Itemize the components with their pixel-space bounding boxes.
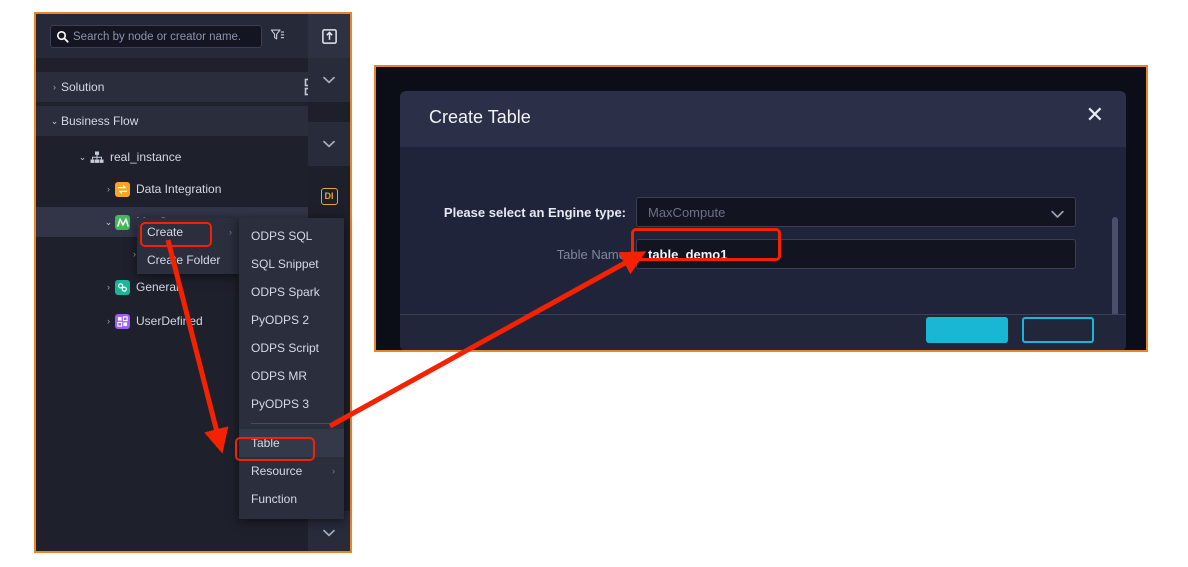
submenu-item-label: SQL Snippet (251, 257, 319, 271)
submenu-item-label: ODPS MR (251, 369, 308, 383)
engine-type-select[interactable]: MaxCompute (636, 197, 1076, 227)
table-name-row: Table Name table_demo1 (400, 239, 1126, 269)
submenu-item-table[interactable]: Table (239, 429, 344, 457)
menu-item-label: Create Folder (147, 253, 221, 267)
filter-icon[interactable] (270, 28, 285, 48)
submenu-item-label: Function (251, 492, 298, 506)
submenu-item-odps-script[interactable]: ODPS Script (239, 334, 344, 362)
tree-item-label: real_instance (110, 150, 182, 164)
dialog-footer (400, 314, 1126, 350)
submenu-item-odps-sql[interactable]: ODPS SQL (239, 222, 344, 250)
search-icon (51, 30, 73, 43)
create-submenu: ODPS SQL SQL Snippet ODPS Spark PyODPS 2 ODP… (239, 218, 344, 519)
submenu-item-sql-snippet[interactable]: SQL Snippet (239, 250, 344, 278)
chevron-down-icon[interactable]: ⌄ (102, 217, 115, 228)
submenu-item-label: Resource (251, 464, 303, 478)
dialog-header: Create Table ✕ (400, 91, 1126, 148)
tree-item-label: Solution (61, 80, 105, 94)
submenu-item-label: Table (251, 436, 280, 450)
secondary-button[interactable] (1022, 317, 1094, 343)
chevron-right-icon[interactable]: › (102, 316, 115, 326)
table-name-value: table_demo1 (648, 246, 728, 262)
search-box[interactable] (50, 25, 262, 48)
tree-item-label: Data Integration (136, 182, 222, 196)
tree-item-label: General (136, 280, 179, 294)
dialog-panel: Create Table ✕ Please select an Engine t… (374, 65, 1148, 352)
upload-icon[interactable] (308, 14, 350, 58)
tree-item-real-instance[interactable]: ⌄ real_instance (36, 142, 308, 172)
primary-button[interactable] (926, 317, 1008, 343)
submenu-item-label: PyODPS 3 (251, 397, 310, 411)
tree-item-label: UserDefined (136, 314, 203, 328)
submenu-item-odps-spark[interactable]: ODPS Spark (239, 278, 344, 306)
search-input[interactable] (73, 30, 253, 43)
tree-item-data-integration[interactable]: › Data Integration (36, 174, 308, 204)
general-icon (115, 279, 130, 295)
submenu-item-label: ODPS SQL (251, 229, 313, 243)
menu-separator (251, 423, 332, 424)
close-icon[interactable]: ✕ (1086, 105, 1104, 127)
submenu-item-function[interactable]: Function (239, 485, 344, 513)
engine-type-row: Please select an Engine type: MaxCompute (400, 197, 1126, 227)
chevron-down-icon-2[interactable] (308, 122, 350, 166)
chevron-right-icon: › (229, 227, 232, 237)
table-name-label: Table Name (556, 246, 626, 262)
sitemap-icon (89, 150, 104, 165)
userdefined-icon (115, 313, 130, 329)
dialog-title: Create Table (429, 107, 531, 127)
submenu-item-pyodps-2[interactable]: PyODPS 2 (239, 306, 344, 334)
create-table-dialog: Create Table ✕ Please select an Engine t… (400, 91, 1126, 350)
chevron-down-icon (1051, 206, 1064, 224)
submenu-item-pyodps-3[interactable]: PyODPS 3 (239, 390, 344, 418)
maxcompute-icon (115, 214, 130, 230)
menu-item-label: Create (147, 225, 184, 239)
submenu-item-resource[interactable]: Resource › (239, 457, 344, 485)
engine-type-label: Please select an Engine type: (443, 204, 626, 220)
engine-type-value: MaxCompute (648, 204, 726, 220)
submenu-item-odps-mr[interactable]: ODPS MR (239, 362, 344, 390)
chevron-right-icon[interactable]: › (102, 282, 115, 292)
submenu-item-label: ODPS Spark (251, 285, 320, 299)
chevron-right-icon[interactable]: › (48, 82, 61, 92)
chevron-down-icon-1[interactable] (308, 58, 350, 102)
menu-item-create[interactable]: Create › (137, 218, 239, 246)
tree-item-solution[interactable]: › Solution (36, 72, 308, 102)
context-menu: Create › Create Folder (137, 218, 239, 274)
menu-item-create-folder[interactable]: Create Folder (137, 246, 239, 274)
data-integration-icon (115, 181, 130, 197)
chevron-down-icon[interactable]: ⌄ (48, 116, 61, 127)
strip-divider (308, 102, 350, 122)
di-badge[interactable]: DI (308, 174, 350, 218)
submenu-item-label: ODPS Script (251, 341, 320, 355)
tree-item-label: Business Flow (61, 114, 139, 128)
search-toolbar (36, 14, 308, 58)
chevron-right-icon: › (332, 466, 335, 476)
di-badge-label: DI (320, 187, 338, 205)
dialog-body: Please select an Engine type: MaxCompute… (400, 147, 1126, 342)
tree-item-business-flow[interactable]: ⌄ Business Flow (36, 106, 308, 136)
table-name-input[interactable]: table_demo1 (636, 239, 1076, 269)
chevron-right-icon[interactable]: › (102, 184, 115, 194)
chevron-down-icon[interactable]: ⌄ (76, 152, 89, 163)
submenu-item-label: PyODPS 2 (251, 313, 310, 327)
